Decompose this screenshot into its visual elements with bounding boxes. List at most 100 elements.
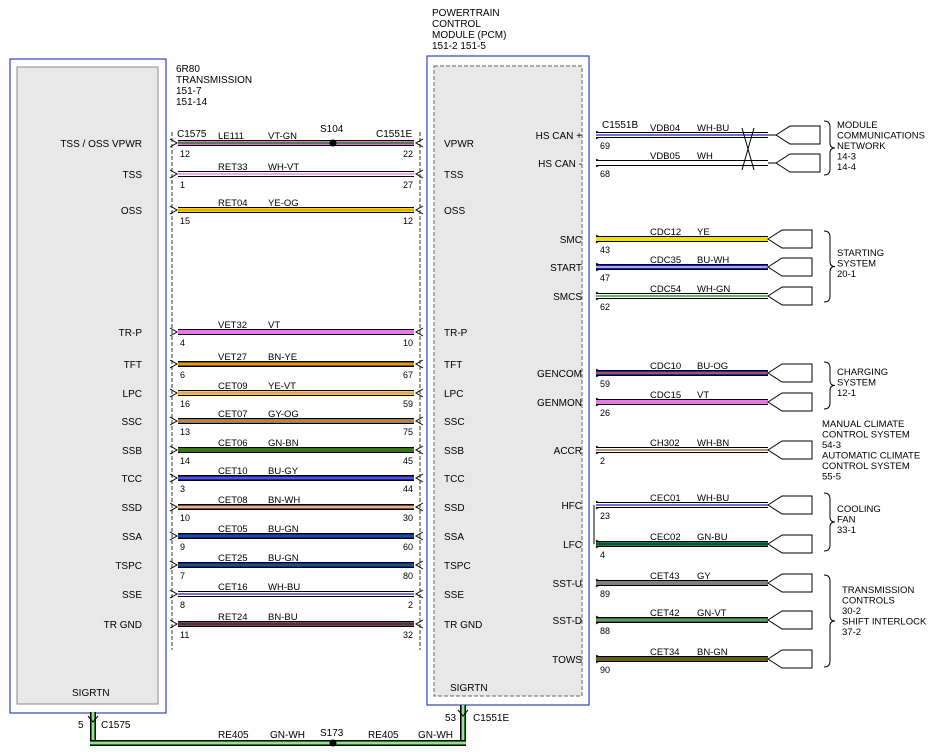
transmission-pin-label: OSS xyxy=(121,206,142,217)
destination-label-line: 14-4 xyxy=(837,162,856,173)
destination-label: COOLING FAN 33-1 xyxy=(837,504,881,536)
transmission-pin-number: 8 xyxy=(180,600,185,610)
wire-color-label: VT xyxy=(268,320,280,331)
circuit-label: RET04 xyxy=(218,198,248,209)
pcm-right-pin-label: SMCS xyxy=(553,292,582,303)
destination-label-line: 30-2 xyxy=(842,606,861,617)
brace-icon xyxy=(823,361,836,410)
circuit-label: VET32 xyxy=(218,320,247,331)
wire-color-label: YE-VT xyxy=(268,381,296,392)
pcm-right-pin-label: HFC xyxy=(561,501,582,512)
pcm-title-line: MODULE (PCM) xyxy=(432,30,506,41)
pcm-pin-number: 80 xyxy=(403,571,413,581)
destination-label: STARTING SYSTEM 20-1 xyxy=(837,248,884,280)
pcm-pin-label: TSS xyxy=(444,170,464,181)
transmission-pin-number: 3 xyxy=(180,484,185,494)
pcm-right-pin-number: 59 xyxy=(600,379,610,389)
ground-wire: 5 C1575 53 C1551E S173 RE405 GN-WH RE405… xyxy=(78,705,509,747)
destination-label-line: SHIFT INTERLOCK xyxy=(842,617,927,628)
pcm-right-pin-label: SST-U xyxy=(553,579,582,590)
splice-s104-label: S104 xyxy=(320,124,344,135)
destination-system: TRANSMISSION CONTROLS 30-2 SHIFT INTERLOCK 3… xyxy=(823,574,927,668)
connector-arrow-icon xyxy=(169,169,179,179)
transmission-pin-label: TFT xyxy=(124,360,142,371)
wiring-diagram: 6R80 TRANSMISSION 151-7 151-14 SIGRTN POWER… xyxy=(9,8,927,747)
right-wire-row: SST-U 89 CET43 GY xyxy=(553,571,813,599)
wire-color-label: WH-BU xyxy=(697,493,729,504)
connector-arrow-icon xyxy=(169,473,179,483)
wire-color-label: BN-BU xyxy=(268,612,298,623)
left-wire-row: SSE 8 2 CET16 WH-BU SSE xyxy=(122,582,464,610)
destination-label-line: SYSTEM xyxy=(837,378,876,389)
inline-connector-icon xyxy=(767,229,813,249)
right-wire-row: SMC 43 CDC12 YE xyxy=(560,227,813,255)
destination-label-line: 14-3 xyxy=(837,152,856,163)
wire-color-label: GN-BN xyxy=(268,438,299,449)
pcm-pin-number: 32 xyxy=(403,630,413,640)
circuit-label: CET05 xyxy=(218,524,248,535)
inline-connector-icon xyxy=(775,125,821,145)
transmission-pin-label: SSA xyxy=(122,532,142,543)
pcm-pin-label: SSA xyxy=(444,532,464,543)
transmission-pin-label: SSC xyxy=(121,417,142,428)
brace-icon xyxy=(823,574,836,668)
wire-color-label: WH-BU xyxy=(697,123,729,134)
left-wire-row: OSS 15 12 RET04 YE-OG OSS xyxy=(121,198,466,226)
pcm-right-pin-number: 43 xyxy=(600,245,610,255)
inline-connector-icon xyxy=(767,257,813,277)
transmission-pin-label: TR GND xyxy=(104,620,142,631)
destination-label-line: 12-1 xyxy=(837,388,856,399)
pcm-pin-label: TFT xyxy=(444,360,462,371)
pcm-pin-number: 22 xyxy=(403,149,413,159)
right-wire-row: LFC 4 CEC02 GN-BU xyxy=(563,532,813,560)
circuit-label: CET10 xyxy=(218,466,248,477)
transmission-title-line: 151-7 xyxy=(176,86,202,97)
pcm-right-pin-label: SMC xyxy=(560,235,582,246)
destination-label-line: 37-2 xyxy=(842,627,861,638)
connector-arrow-icon xyxy=(169,531,179,541)
pcm-pin-label: TR GND xyxy=(444,620,482,631)
pcm-pin-label: OSS xyxy=(444,206,465,217)
pcm-right-pin-number: 89 xyxy=(600,589,610,599)
left-wire-row: TSPC 7 80 CET25 BU-GN TSPC xyxy=(115,553,470,581)
pcm-pin-number: 12 xyxy=(403,216,413,226)
transmission-pin-number: 11 xyxy=(180,630,189,640)
pcm-right-pin-number: 69 xyxy=(600,141,610,151)
pcm-right-pin-label: GENMON xyxy=(537,398,582,409)
destination-group: MODULE COMMUNICATIONS NETWORK 14-3 14-4 START… xyxy=(822,120,927,668)
ground-segment-left-color: GN-WH xyxy=(270,730,305,741)
circuit-label: CET07 xyxy=(218,409,248,420)
destination-label-line: CONTROL SYSTEM xyxy=(822,461,910,472)
pcm-right-pin-label: TOWS xyxy=(552,655,582,666)
inline-connector-icon xyxy=(767,534,813,554)
destination-label: MODULE COMMUNICATIONS NETWORK 14-3 14-4 xyxy=(837,120,925,173)
ground-left-pin: 5 xyxy=(78,720,84,731)
right-wire-row: HFC 23 CEC01 WH-BU xyxy=(561,493,813,521)
wire-color-label: BN-YE xyxy=(268,352,297,363)
inline-connector-icon xyxy=(767,363,813,383)
pcm-pin-number: 45 xyxy=(403,456,413,466)
transmission-title: 6R80 TRANSMISSION 151-7 151-14 xyxy=(176,64,252,108)
connector-arrow-icon xyxy=(169,388,179,398)
destination-label-line: 54-3 xyxy=(822,440,841,451)
circuit-label: CDC12 xyxy=(650,227,681,238)
wire-color-label: WH-BU xyxy=(268,582,300,593)
left-wire-row: SSB 14 45 CET06 GN-BN SSB xyxy=(122,438,464,466)
pcm-right-pin-label: LFC xyxy=(563,540,582,551)
pcm-right-pin-number: 88 xyxy=(600,626,610,636)
pcm-right-pin-label: SST-D xyxy=(553,616,582,627)
left-wire-row: LPC 16 59 CET09 YE-VT LPC xyxy=(123,381,464,409)
wire-color-label: GY xyxy=(697,571,711,582)
destination-label-line: CONTROLS xyxy=(842,596,895,607)
transmission-module: 6R80 TRANSMISSION 151-7 151-14 SIGRTN xyxy=(9,58,252,714)
brace-icon xyxy=(823,120,836,176)
inline-connector-icon xyxy=(767,495,813,515)
connector-arrow-icon xyxy=(169,560,179,570)
right-wire-row: SMCS 62 CDC54 WH-GN xyxy=(553,284,813,312)
pcm-pin-label: TR-P xyxy=(444,328,468,339)
circuit-label: RET24 xyxy=(218,612,248,623)
circuit-label: CET34 xyxy=(650,647,680,658)
left-wire-row: SSA 9 60 CET05 BU-GN SSA xyxy=(122,524,464,552)
transmission-pin-number: 15 xyxy=(180,216,190,226)
destination-system: CHARGING SYSTEM 12-1 xyxy=(823,361,888,410)
